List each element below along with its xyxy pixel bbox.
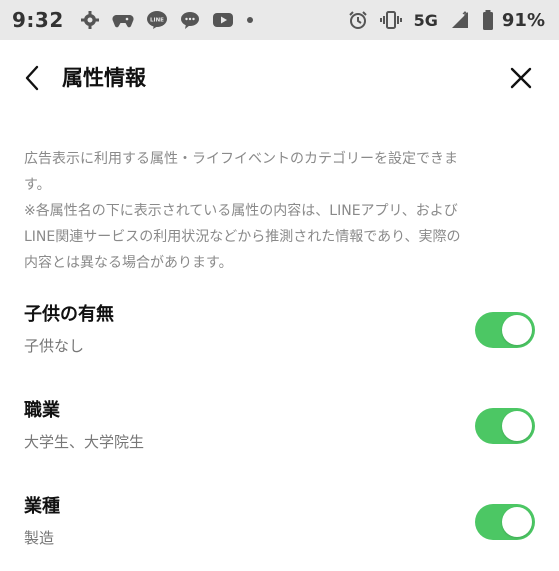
header: 属性情報 [0, 40, 559, 116]
gear-icon [80, 10, 100, 30]
close-button[interactable] [505, 62, 537, 94]
toggle-knob [502, 315, 532, 345]
notification-icons: LINE [80, 10, 254, 30]
toggle-knob [502, 507, 532, 537]
setting-label: 子供の有無 [24, 304, 114, 325]
description-line: LINE関連サービスの利用状況などから推測された情報であり、実際の [24, 229, 461, 245]
status-bar: 9:32 LINE 5G 91% [0, 0, 559, 40]
vibrate-icon [379, 10, 402, 30]
more-notifications-dot-icon [246, 16, 254, 24]
description-line: ※各属性名の下に表示されている属性の内容は、LINEアプリ、および [24, 203, 458, 219]
chevron-left-icon [25, 65, 39, 91]
line-app-icon: LINE [146, 10, 168, 30]
network-type-label: 5G [413, 10, 438, 30]
toggle-occupation[interactable] [475, 408, 535, 444]
signal-icon [450, 11, 470, 29]
setting-row-children: 子供の有無 子供なし [0, 302, 559, 372]
page-title: 属性情報 [62, 66, 146, 90]
game-controller-icon [112, 11, 134, 29]
back-button[interactable] [16, 62, 48, 94]
setting-label: 職業 [24, 400, 60, 421]
description-text: 広告表示に利用する属性・ライフイベントのカテゴリーを設定できま す。 ※各属性名… [24, 146, 536, 276]
setting-value: 子供なし [24, 337, 85, 355]
alarm-clock-icon [348, 10, 368, 30]
battery-icon [482, 10, 494, 30]
setting-value: 大学生、大学院生 [24, 433, 145, 451]
description-line: 広告表示に利用する属性・ライフイベントのカテゴリーを設定できま [24, 151, 458, 167]
chat-bubble-icon [180, 10, 200, 30]
youtube-icon [212, 11, 234, 29]
description-line: 内容とは異なる場合があります。 [24, 255, 233, 271]
toggle-knob [502, 411, 532, 441]
toggle-children[interactable] [475, 312, 535, 348]
status-time: 9:32 [12, 8, 64, 32]
setting-row-occupation: 職業 大学生、大学院生 [0, 398, 559, 468]
description-line: す。 [24, 177, 51, 193]
toggle-industry[interactable] [475, 504, 535, 540]
close-icon [510, 67, 532, 89]
svg-text:LINE: LINE [150, 18, 164, 24]
battery-percent: 91% [501, 9, 545, 31]
setting-label: 業種 [24, 496, 60, 517]
system-icons: 5G 91% [348, 10, 545, 31]
setting-value: 製造 [24, 529, 55, 547]
setting-row-industry: 業種 製造 [0, 494, 559, 564]
